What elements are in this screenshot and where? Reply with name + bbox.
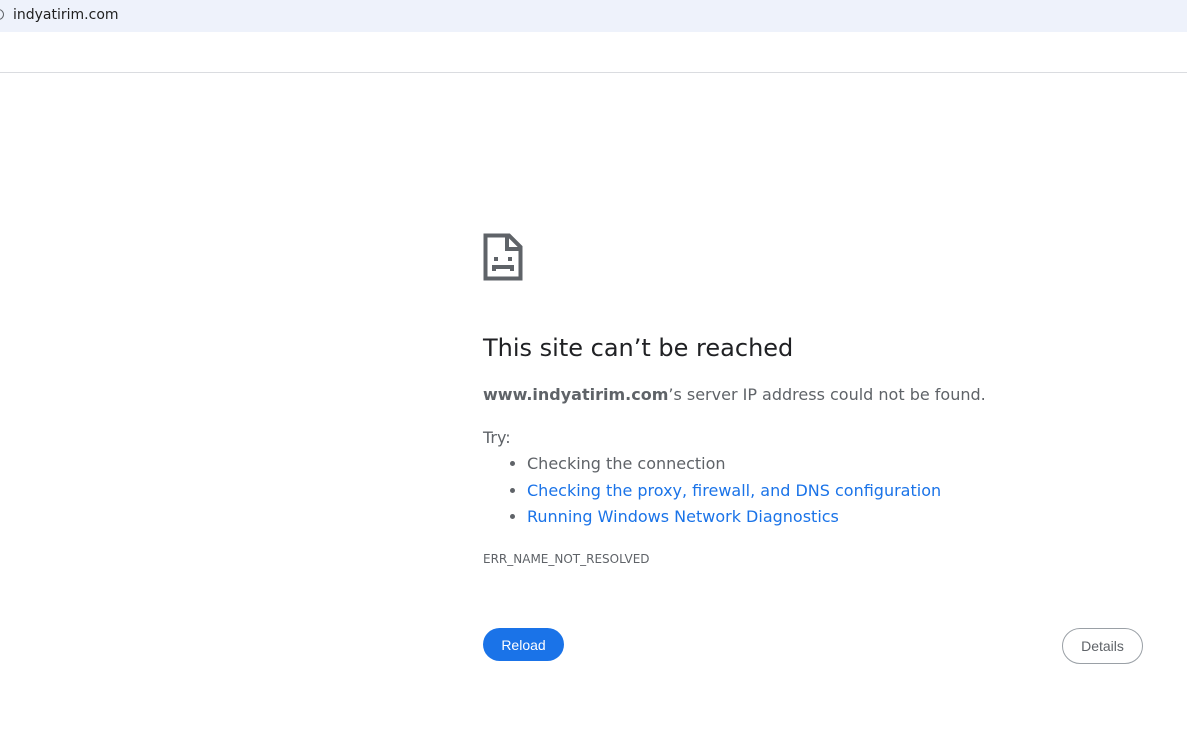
suggestion-check-connection: Checking the connection — [527, 454, 726, 473]
suggestion-network-diagnostics-link[interactable]: Running Windows Network Diagnostics — [527, 507, 839, 526]
toolbar-strip — [0, 32, 1187, 73]
try-label: Try: — [483, 428, 511, 447]
info-circle-icon[interactable] — [0, 9, 4, 20]
page-title: This site can’t be reached — [483, 334, 794, 362]
error-description: www.indyatirim.com’s server IP address c… — [483, 384, 986, 406]
address-bar[interactable]: indyatirim.com — [0, 0, 1187, 32]
error-description-text: ’s server IP address could not be found. — [668, 385, 986, 404]
details-button[interactable]: Details — [1062, 628, 1143, 664]
reload-button[interactable]: Reload — [483, 628, 564, 661]
suggestion-item: Checking the connection — [527, 453, 941, 480]
error-host: www.indyatirim.com — [483, 385, 669, 404]
error-code: ERR_NAME_NOT_RESOLVED — [483, 552, 650, 566]
suggestion-item: Checking the proxy, firewall, and DNS co… — [527, 480, 941, 507]
url-text[interactable]: indyatirim.com — [13, 6, 119, 24]
suggestion-check-proxy-link[interactable]: Checking the proxy, firewall, and DNS co… — [527, 481, 941, 500]
sad-page-icon — [483, 233, 523, 281]
suggestion-item: Running Windows Network Diagnostics — [527, 506, 941, 533]
suggestion-list: Checking the connection Checking the pro… — [483, 453, 941, 533]
